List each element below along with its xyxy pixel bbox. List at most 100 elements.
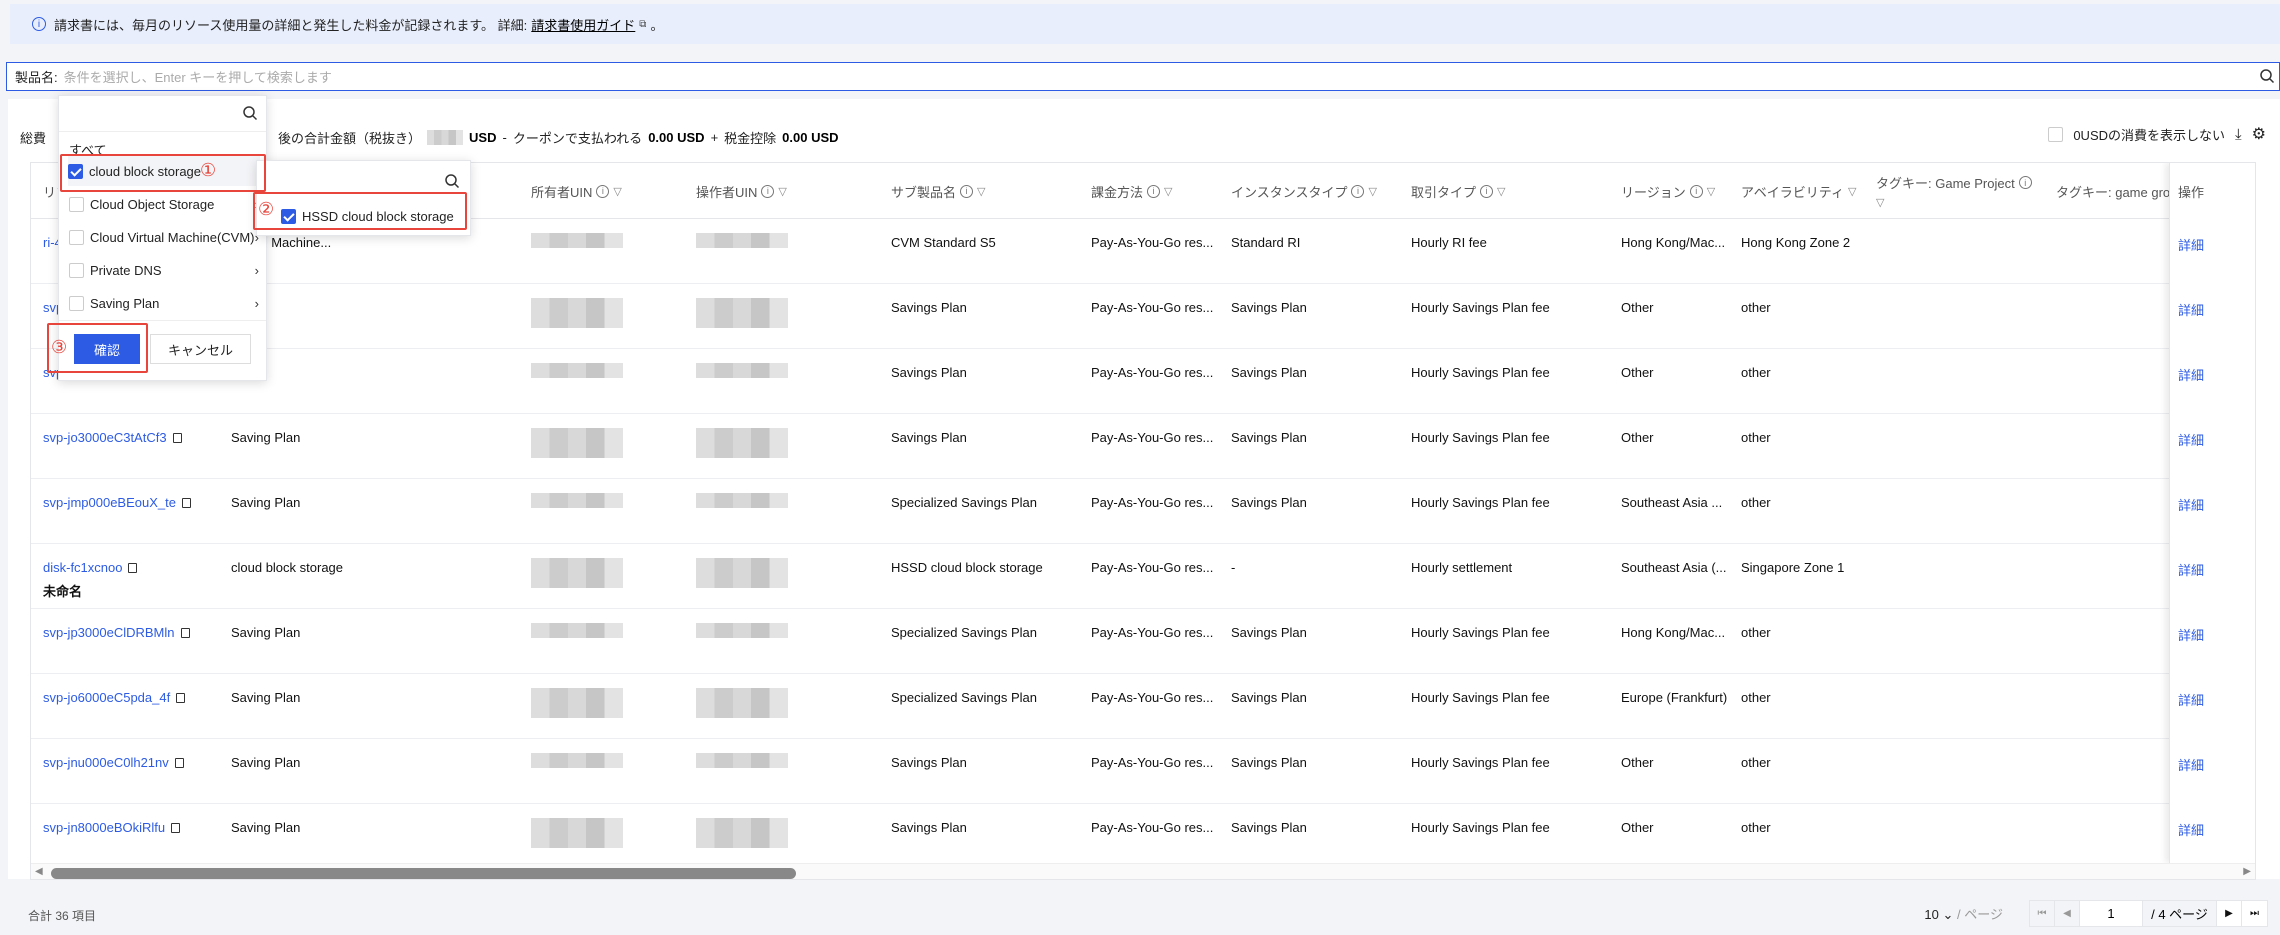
col-transaction-type[interactable]: 取引タイプ i ▽ (1411, 163, 1505, 219)
resource-id-link[interactable]: disk-fc1xcnoo (43, 560, 122, 575)
page-size-select[interactable]: 10 ⌄ / ページ (1924, 904, 2003, 923)
dropdown-item-cvm[interactable]: Cloud Virtual Machine(CVM) › (69, 222, 259, 252)
copy-icon[interactable] (128, 563, 138, 573)
filter-icon[interactable]: ▽ (778, 185, 786, 198)
info-icon: i (32, 17, 46, 31)
resource-id-link[interactable]: svp-jmp000eBEouX_te (43, 495, 176, 510)
scroll-left-icon[interactable]: ◀ (35, 866, 43, 877)
details-link[interactable]: 詳細 (2178, 430, 2204, 449)
cell-instance: Savings Plan (1231, 300, 1307, 315)
col-region[interactable]: リージョン i ▽ (1621, 163, 1715, 219)
prev-page-button[interactable]: ◀ (2055, 901, 2080, 926)
page-size-value: 10 (1924, 907, 1939, 922)
gear-icon[interactable]: ⚙ (2252, 124, 2266, 144)
blurred-owner-uin (531, 558, 623, 588)
cell-billing: Pay-As-You-Go res... (1091, 560, 1214, 575)
cell-product: Saving Plan (231, 820, 301, 835)
filter-icon[interactable]: ▽ (1707, 185, 1715, 198)
details-link[interactable]: 詳細 (2178, 755, 2204, 774)
filter-icon[interactable]: ▽ (613, 185, 621, 198)
resource-id-link[interactable]: svp-jp3000eClDRBMln (43, 625, 175, 640)
next-page-button[interactable]: ▶ (2217, 901, 2242, 926)
details-link[interactable]: 詳細 (2178, 820, 2204, 839)
resource-id-link[interactable]: svp-jo3000eC3tAtCf3 (43, 430, 167, 445)
filter-icon[interactable]: ▽ (977, 185, 985, 198)
checkbox[interactable] (69, 295, 84, 311)
col-operator-uin[interactable]: 操作者UIN i ▽ (696, 163, 787, 219)
dropdown-item-saving-plan[interactable]: Saving Plan › (69, 288, 259, 318)
filter-icon[interactable]: ▽ (1164, 185, 1172, 198)
resource-id-link[interactable]: svp-jn8000eBOkiRlfu (43, 820, 165, 835)
blurred-operator-uin (696, 233, 788, 248)
blurred-operator-uin (696, 688, 788, 718)
page-number-input[interactable]: 1 (2080, 901, 2143, 926)
copy-icon[interactable] (172, 433, 182, 443)
item-label: Cloud Object Storage (90, 196, 215, 212)
details-link[interactable]: 詳細 (2178, 365, 2204, 384)
filter-icon[interactable]: ▽ (1848, 185, 1856, 198)
info-icon: i (1689, 184, 1703, 198)
resource-id-link[interactable]: svp-jnu000eC0lh21nv (43, 755, 169, 770)
search-icon[interactable] (2259, 68, 2275, 84)
details-link[interactable]: 詳細 (2178, 495, 2204, 514)
col-label: インスタンスタイプ (1231, 184, 1348, 200)
filter-icon[interactable]: ▽ (1876, 196, 1884, 209)
resource-name: 未命名 (43, 584, 83, 599)
cell-billing: Pay-As-You-Go res... (1091, 430, 1214, 445)
download-icon[interactable]: ⤓ (2235, 126, 2242, 143)
dropdown-item-cloud-object-storage[interactable]: Cloud Object Storage› (69, 189, 259, 219)
cell-region: Other (1621, 430, 1654, 445)
operations-column: 操作 詳細 詳細 詳細 詳細 詳細 詳細 詳細 詳細 詳細 詳細 (2169, 163, 2255, 863)
details-link[interactable]: 詳細 (2178, 690, 2204, 709)
horizontal-scrollbar[interactable]: ◀ ▶ (31, 863, 2255, 879)
col-availability[interactable]: アベイラビリティ ▽ (1741, 163, 1856, 219)
first-page-button[interactable]: ⏮ (2030, 901, 2055, 926)
hide-zero-checkbox[interactable] (2048, 126, 2064, 142)
cell-instance: Savings Plan (1231, 690, 1307, 705)
dropdown-item-private-dns[interactable]: Private DNS › (69, 255, 259, 285)
dropdown-search-input[interactable] (59, 96, 266, 132)
blurred-owner-uin (531, 753, 623, 768)
col-billing[interactable]: 課金方法 i ▽ (1091, 163, 1172, 219)
copy-icon[interactable] (176, 693, 186, 703)
plus-sign: + (710, 130, 719, 145)
resource-id-link[interactable]: svp-jo6000eC5pda_4f (43, 690, 170, 705)
col-subproduct[interactable]: サブ製品名 i ▽ (891, 163, 985, 219)
scroll-right-icon[interactable]: ▶ (2243, 866, 2251, 877)
checkbox[interactable] (69, 196, 84, 212)
cell-az: other (1741, 495, 1771, 510)
col-tag-game-group[interactable]: タグキー: game grou (2056, 163, 2171, 219)
col-label: アベイラビリティ (1741, 184, 1844, 200)
filter-icon[interactable]: ▽ (1497, 185, 1505, 198)
cell-sub: Savings Plan (891, 365, 967, 380)
details-link[interactable]: 詳細 (2178, 300, 2204, 319)
cell-billing: Pay-As-You-Go res... (1091, 690, 1214, 705)
checkbox[interactable] (69, 262, 84, 278)
blurred-owner-uin (531, 688, 623, 718)
col-tag-game-project[interactable]: タグキー: Game Project i ▽ (1876, 163, 2036, 219)
col-instance-type[interactable]: インスタンスタイプ i ▽ (1231, 163, 1377, 219)
cell-tx: Hourly Savings Plan fee (1411, 300, 1550, 315)
billing-guide-link[interactable]: 請求書使用ガイド (531, 15, 635, 34)
search-input[interactable]: 製品名: 条件を選択し、Enter キーを押して検索します (6, 62, 2280, 91)
table-row: svpPlanSavings PlanPay-As-You-Go res...S… (31, 349, 2255, 414)
filter-icon[interactable]: ▽ (1368, 185, 1376, 198)
cell-az: Hong Kong Zone 2 (1741, 235, 1851, 250)
blurred-operator-uin (696, 623, 788, 638)
checkbox[interactable] (69, 229, 84, 245)
details-link[interactable]: 詳細 (2178, 625, 2204, 644)
copy-icon[interactable] (181, 498, 191, 508)
last-page-button[interactable]: ⏭ (2242, 901, 2267, 926)
scrollbar-thumb[interactable] (51, 868, 796, 879)
copy-icon[interactable] (174, 758, 184, 768)
divider (59, 320, 266, 321)
details-link[interactable]: 詳細 (2178, 235, 2204, 254)
col-owner-uin[interactable]: 所有者UIN i ▽ (531, 163, 622, 219)
coupon-label: クーポンで支払われる (512, 131, 643, 146)
cell-product: cloud block storage (231, 560, 344, 575)
details-link[interactable]: 詳細 (2178, 560, 2204, 579)
copy-icon[interactable] (180, 628, 190, 638)
cancel-button[interactable]: キャンセル (150, 334, 251, 364)
cell-region: Hong Kong/Mac... (1621, 235, 1726, 250)
copy-icon[interactable] (171, 823, 181, 833)
